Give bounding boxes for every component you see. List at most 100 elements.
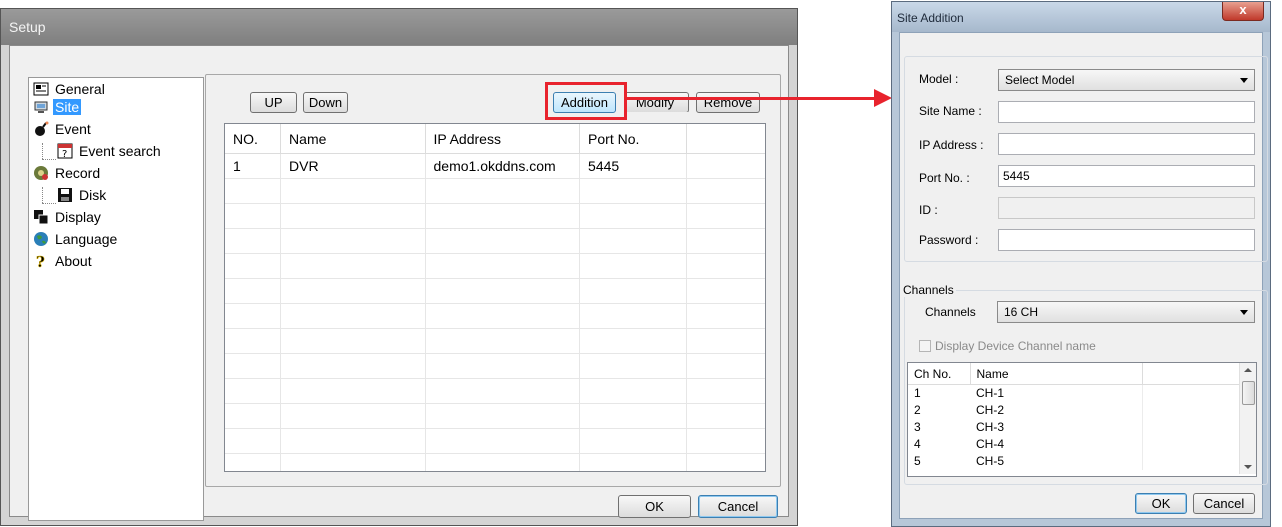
scroll-up-icon[interactable] xyxy=(1244,368,1252,372)
col-no-header[interactable]: NO. xyxy=(225,124,282,154)
ip-address-label: IP Address : xyxy=(919,138,984,152)
channels-select[interactable]: 16 CH xyxy=(997,301,1255,323)
general-icon xyxy=(33,82,49,96)
channel-list-scrollbar[interactable] xyxy=(1239,363,1256,474)
password-input[interactable] xyxy=(998,229,1255,251)
tree-label: About xyxy=(55,253,92,269)
ch-no: 1 xyxy=(914,386,921,400)
close-icon[interactable]: x xyxy=(1222,2,1264,21)
col-name-header[interactable]: Name xyxy=(280,124,426,154)
channel-table-header: Ch No. Name xyxy=(908,363,1241,385)
ch-name: CH-2 xyxy=(976,403,1005,417)
dialog-cancel-button[interactable]: Cancel xyxy=(1193,493,1255,514)
dialog-ok-button[interactable]: OK xyxy=(1135,493,1187,514)
col-port-header[interactable]: Port No. xyxy=(579,124,688,154)
table-row-empty xyxy=(225,203,765,229)
dialog-title: Site Addition xyxy=(897,11,964,25)
tree-label: Record xyxy=(55,165,101,181)
id-label: ID : xyxy=(919,203,938,217)
ip-address-input[interactable] xyxy=(998,133,1255,155)
col-chno-header[interactable]: Ch No. xyxy=(908,363,971,385)
port-input[interactable]: 5445 xyxy=(998,165,1255,187)
tree-item-general[interactable]: General xyxy=(33,80,107,98)
site-name-label: Site Name : xyxy=(919,104,982,118)
svg-text:?: ? xyxy=(62,149,67,159)
tree-item-language[interactable]: Language xyxy=(33,230,119,248)
table-row-empty xyxy=(225,253,765,279)
channels-group-title: Channels xyxy=(901,283,956,297)
site-table: NO. Name IP Address Port No. 1 DVR demo1… xyxy=(225,124,765,471)
table-row-empty xyxy=(225,228,765,254)
ch-name: CH-5 xyxy=(976,454,1005,468)
site-icon xyxy=(34,101,48,113)
settings-tree[interactable]: General Site Event ? Event search Record … xyxy=(28,77,204,521)
tree-item-site[interactable]: Site xyxy=(33,98,82,116)
table-row-empty xyxy=(225,453,765,471)
table-row-empty xyxy=(225,328,765,354)
ch-no: 5 xyxy=(914,454,921,468)
table-header: NO. Name IP Address Port No. xyxy=(225,124,765,154)
tree-item-record[interactable]: Record xyxy=(33,164,102,182)
tree-label: General xyxy=(55,81,105,97)
list-item[interactable]: 3 CH-3 xyxy=(908,419,1241,436)
svg-text:?: ? xyxy=(36,253,45,269)
col-ip-header[interactable]: IP Address xyxy=(425,124,581,154)
remove-button[interactable]: Remove xyxy=(696,92,760,113)
tree-label: Event xyxy=(55,121,91,137)
list-item[interactable]: 2 CH-2 xyxy=(908,402,1241,419)
event-search-icon: ? xyxy=(57,143,73,159)
col-chname-header[interactable]: Name xyxy=(970,363,1143,385)
tree-label: Event search xyxy=(79,143,161,159)
scroll-down-icon[interactable] xyxy=(1244,465,1252,469)
list-item[interactable]: 1 CH-1 xyxy=(908,384,1241,402)
table-row-empty xyxy=(225,178,765,204)
list-item[interactable]: 5 CH-5 xyxy=(908,453,1241,470)
modify-button[interactable]: Modify xyxy=(627,92,689,112)
table-row-empty xyxy=(225,403,765,429)
id-input xyxy=(998,197,1255,219)
tree-label: Site xyxy=(53,99,82,115)
modify-button-clip: Modify xyxy=(627,92,689,112)
display-icon xyxy=(34,210,49,225)
table-row-empty xyxy=(225,278,765,304)
cell-name: DVR xyxy=(280,153,426,179)
list-item[interactable]: 4 CH-4 xyxy=(908,436,1241,453)
setup-titlebar[interactable]: Setup xyxy=(1,9,797,45)
scroll-thumb[interactable] xyxy=(1242,381,1255,405)
site-name-input[interactable] xyxy=(998,101,1255,123)
tree-item-event-search[interactable]: ? Event search xyxy=(57,142,163,160)
tree-item-disk[interactable]: Disk xyxy=(57,186,108,204)
model-select[interactable]: Select Model xyxy=(998,69,1255,91)
up-button[interactable]: UP xyxy=(250,92,297,113)
port-label: Port No. : xyxy=(919,171,970,185)
tree-item-about[interactable]: ? About xyxy=(33,252,94,270)
event-icon xyxy=(35,121,49,136)
password-label: Password : xyxy=(919,233,979,247)
cancel-button[interactable]: Cancel xyxy=(698,495,778,518)
ok-button[interactable]: OK xyxy=(618,495,691,518)
site-list[interactable]: NO. Name IP Address Port No. 1 DVR demo1… xyxy=(224,123,766,472)
channels-select-value: 16 CH xyxy=(1004,305,1039,319)
tree-label: Display xyxy=(55,209,101,225)
cell-ip: demo1.okddns.com xyxy=(425,153,581,179)
ch-no: 3 xyxy=(914,420,921,434)
model-label: Model : xyxy=(919,72,959,86)
disk-icon xyxy=(58,188,72,202)
ch-name: CH-1 xyxy=(976,386,1005,400)
channel-list[interactable]: Ch No. Name 1 CH-1 2 CH-2 3 CH-3 4 CH-4 5 CH-… xyxy=(907,362,1257,477)
tree-item-event[interactable]: Event xyxy=(33,120,93,138)
dialog-titlebar[interactable]: Site Addition x xyxy=(892,2,1270,32)
ch-name: CH-3 xyxy=(976,420,1005,434)
display-channel-name-checkbox[interactable] xyxy=(919,340,931,352)
tree-item-display[interactable]: Display xyxy=(33,208,103,226)
ch-name: CH-4 xyxy=(976,437,1005,451)
about-icon: ? xyxy=(36,253,46,269)
channel-table: Ch No. Name 1 CH-1 2 CH-2 3 CH-3 4 CH-4 5 CH-… xyxy=(908,363,1241,470)
ch-no: 4 xyxy=(914,437,921,451)
table-row-empty xyxy=(225,428,765,454)
chevron-down-icon xyxy=(1240,78,1248,83)
tree-label: Disk xyxy=(79,187,107,203)
table-row[interactable]: 1 DVR demo1.okddns.com 5445 xyxy=(225,153,765,179)
down-button[interactable]: Down xyxy=(303,92,348,113)
callout-arrow-head-icon xyxy=(874,89,892,107)
